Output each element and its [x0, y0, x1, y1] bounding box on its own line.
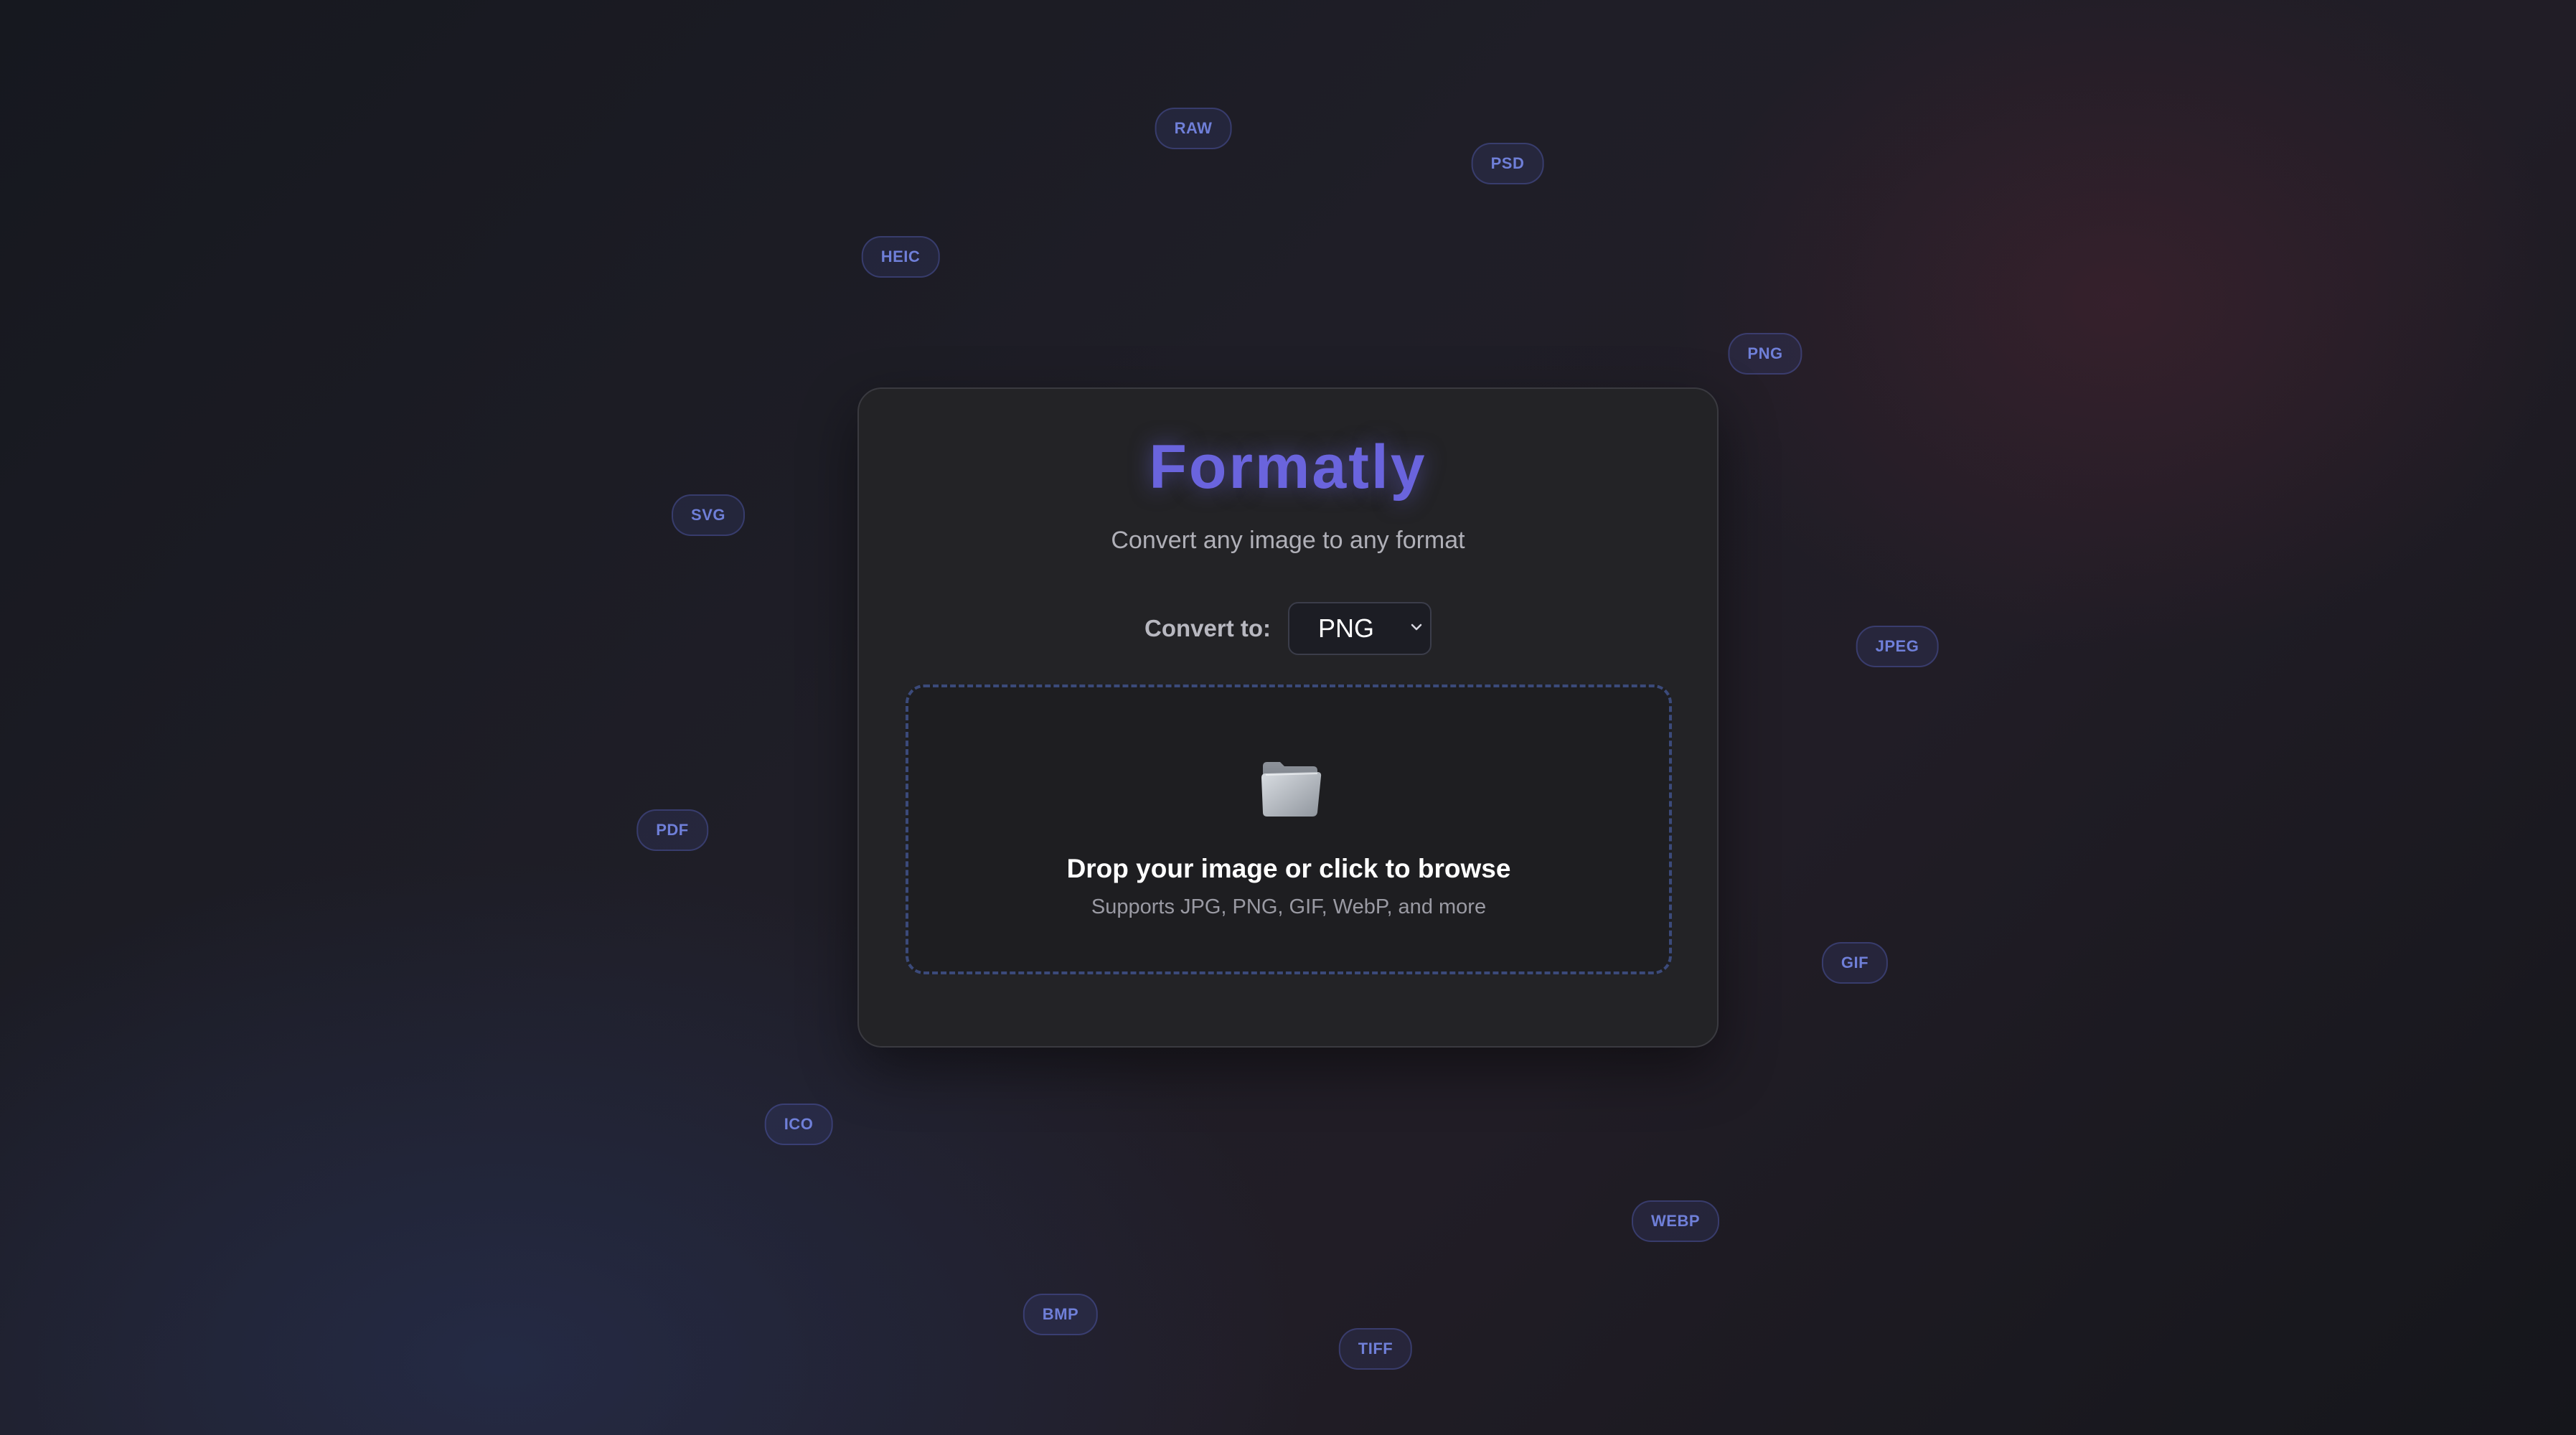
format-badge-psd: PSD	[1471, 143, 1544, 184]
dropzone-title: Drop your image or click to browse	[1066, 854, 1511, 883]
dropzone-subtitle: Supports JPG, PNG, GIF, WebP, and more	[1091, 895, 1487, 918]
folder-icon	[1261, 762, 1322, 817]
app-title: Formatly	[1149, 433, 1427, 502]
format-badge-svg: SVG	[672, 494, 745, 536]
format-badge-heic: HEIC	[861, 236, 940, 278]
format-select[interactable]: PNG	[1288, 602, 1432, 655]
format-badge-raw: RAW	[1155, 108, 1232, 149]
file-dropzone[interactable]: Drop your image or click to browse Suppo…	[906, 684, 1672, 974]
format-badge-png: PNG	[1728, 333, 1802, 375]
format-select-value: PNG	[1318, 613, 1375, 643]
app-subtitle: Convert any image to any format	[1111, 527, 1465, 554]
converter-card: Formatly Convert any image to any format…	[857, 387, 1719, 1048]
chevron-down-icon	[1411, 624, 1422, 631]
format-badge-tiff: TIFF	[1338, 1328, 1413, 1370]
format-badge-gif: GIF	[1821, 942, 1889, 984]
format-badge-ico: ICO	[764, 1104, 833, 1145]
convert-to-label: Convert to:	[1144, 615, 1271, 641]
format-badge-jpeg: JPEG	[1856, 626, 1939, 667]
format-badge-webp: WEBP	[1632, 1200, 1719, 1242]
format-badge-bmp: BMP	[1023, 1294, 1099, 1335]
convert-row: Convert to: PNG	[859, 601, 1717, 656]
format-badge-pdf: PDF	[636, 809, 708, 851]
